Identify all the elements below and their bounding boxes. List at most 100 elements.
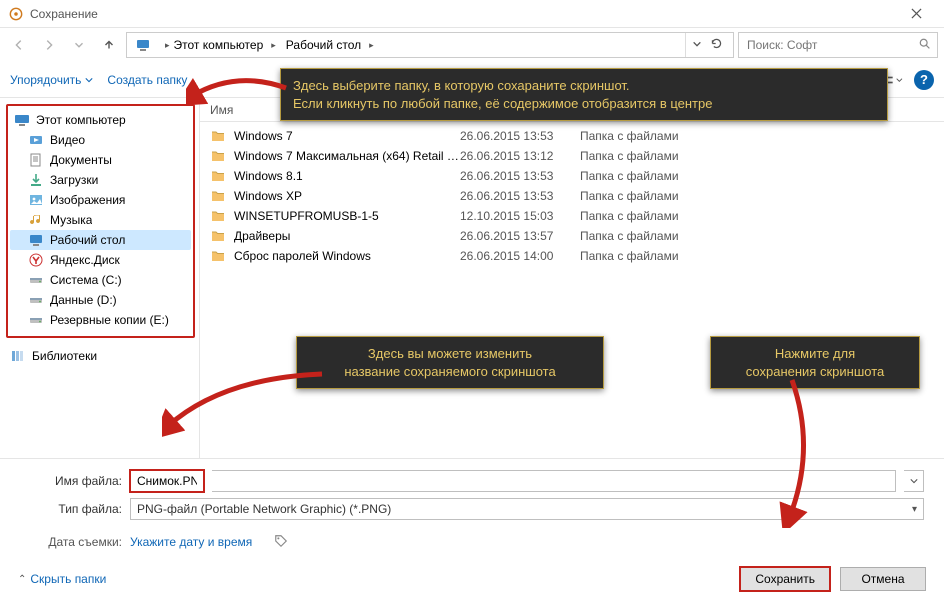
yadisk-icon (28, 252, 44, 268)
hide-folders-button[interactable]: ⌃ Скрыть папки (18, 572, 106, 586)
sidebar-item[interactable]: Изображения (10, 190, 191, 210)
callout-text: Здесь выберите папку, в которую сохарани… (293, 78, 712, 111)
file-name: Windows 7 (234, 129, 460, 143)
sidebar-item[interactable]: Документы (10, 150, 191, 170)
nav-forward-button[interactable] (36, 32, 62, 58)
breadcrumb-root[interactable]: ▸ Этот компьютер ▸ (157, 33, 280, 57)
file-date: 26.06.2015 14:00 (460, 249, 580, 263)
save-form: Имя файла: Тип файла: PNG-файл (Portable… (0, 458, 944, 561)
callout-text: Здесь вы можете изменить название сохран… (344, 346, 555, 379)
sidebar-group-thispc: Этот компьютер Видео Документы Загрузки Изо… (6, 104, 195, 338)
table-row[interactable]: Драйверы26.06.2015 13:57Папка с файлами (200, 226, 944, 246)
cancel-button-label: Отмена (861, 572, 904, 586)
file-type: Папка с файлами (580, 249, 720, 263)
date-label: Дата съемки: (40, 535, 122, 549)
search-input[interactable] (745, 37, 912, 53)
callout-choose-folder: Здесь выберите папку, в которую сохарани… (280, 68, 888, 121)
document-icon (28, 152, 44, 168)
search-box[interactable] (738, 32, 938, 58)
sidebar: Этот компьютер Видео Документы Загрузки Изо… (0, 98, 200, 458)
file-type: Папка с файлами (580, 189, 720, 203)
breadcrumb-pc-icon[interactable] (131, 33, 155, 57)
libraries-icon (10, 348, 26, 364)
sidebar-item-label: Резервные копии (E:) (50, 313, 169, 327)
sidebar-item-label: Система (C:) (50, 273, 122, 287)
file-name: Windows XP (234, 189, 460, 203)
breadcrumb-child[interactable]: Рабочий стол ▸ (282, 33, 378, 57)
sidebar-item[interactable]: Резервные копии (E:) (10, 310, 191, 330)
drive-icon (28, 312, 44, 328)
sidebar-item[interactable]: Видео (10, 130, 191, 150)
image-icon (28, 192, 44, 208)
table-row[interactable]: Windows 8.126.06.2015 13:53Папка с файла… (200, 166, 944, 186)
save-button-label: Сохранить (755, 572, 815, 586)
sidebar-item-libraries[interactable]: Библиотеки (6, 346, 195, 366)
sidebar-item-label: Яндекс.Диск (50, 253, 120, 267)
file-type: Папка с файлами (580, 169, 720, 183)
sidebar-item-thispc[interactable]: Этот компьютер (10, 110, 191, 130)
filename-input[interactable] (130, 470, 204, 492)
folder-icon (210, 168, 226, 184)
sidebar-item[interactable]: Рабочий стол (10, 230, 191, 250)
tag-icon[interactable] (274, 534, 288, 551)
new-folder-button[interactable]: Создать папку (107, 73, 187, 87)
folder-icon (210, 208, 226, 224)
filename-dropdown-icon[interactable] (904, 470, 924, 492)
table-row[interactable]: Windows 726.06.2015 13:53Папка с файлами (200, 126, 944, 146)
file-type: Папка с файлами (580, 129, 720, 143)
filename-label: Имя файла: (40, 474, 122, 488)
file-name: Windows 7 Максимальная (x64) Retail D… (234, 149, 460, 163)
breadcrumb-child-label: Рабочий стол (286, 38, 361, 52)
address-dropdown-icon[interactable] (692, 38, 702, 52)
folder-icon (210, 148, 226, 164)
nav-history-button[interactable] (66, 32, 92, 58)
organize-menu[interactable]: Упорядочить (10, 73, 93, 87)
sidebar-item[interactable]: Яндекс.Диск (10, 250, 191, 270)
sidebar-item-label: Библиотеки (32, 349, 97, 363)
sidebar-item[interactable]: Данные (D:) (10, 290, 191, 310)
main-panel: Этот компьютер Видео Документы Загрузки Изо… (0, 98, 944, 458)
help-button[interactable]: ? (914, 70, 934, 90)
table-row[interactable]: WINSETUPFROMUSB-1-512.10.2015 15:03Папка… (200, 206, 944, 226)
window-title: Сохранение (30, 7, 98, 21)
sidebar-item-label: Загрузки (50, 173, 98, 187)
footer: ⌃ Скрыть папки Сохранить Отмена (0, 561, 944, 601)
sidebar-item-label: Видео (50, 133, 85, 147)
search-icon (918, 37, 931, 53)
nav-up-button[interactable] (96, 32, 122, 58)
sidebar-item[interactable]: Музыка (10, 210, 191, 230)
table-row[interactable]: Сброс паролей Windows26.06.2015 14:00Пап… (200, 246, 944, 266)
folder-icon (210, 248, 226, 264)
cancel-button[interactable]: Отмена (840, 567, 926, 591)
chevron-down-icon: ▾ (912, 504, 917, 515)
filetype-combo[interactable]: PNG-файл (Portable Network Graphic) (*.P… (130, 498, 924, 520)
callout-save: Нажмите для сохранения скриншота (710, 336, 920, 389)
save-button[interactable]: Сохранить (740, 567, 830, 591)
close-button[interactable] (896, 2, 936, 26)
organize-label: Упорядочить (10, 73, 81, 87)
breadcrumb-root-label: Этот компьютер (174, 38, 264, 52)
folder-icon (210, 188, 226, 204)
file-type: Папка с файлами (580, 229, 720, 243)
refresh-icon[interactable] (710, 37, 723, 53)
file-pane: Имя Дата изменения Тип Размер Windows 72… (200, 98, 944, 458)
nav-back-button[interactable] (6, 32, 32, 58)
app-icon (8, 6, 24, 22)
titlebar: Сохранение (0, 0, 944, 28)
filename-input-rest[interactable] (212, 470, 896, 492)
callout-filename: Здесь вы можете изменить название сохран… (296, 336, 604, 389)
date-link[interactable]: Укажите дату и время (130, 535, 252, 549)
table-row[interactable]: Windows XP26.06.2015 13:53Папка с файлам… (200, 186, 944, 206)
sidebar-item[interactable]: Система (C:) (10, 270, 191, 290)
table-row[interactable]: Windows 7 Максимальная (x64) Retail D…26… (200, 146, 944, 166)
video-icon (28, 132, 44, 148)
hide-folders-label: Скрыть папки (30, 572, 106, 586)
address-bar[interactable]: ▸ Этот компьютер ▸ Рабочий стол ▸ (126, 32, 734, 58)
file-date: 12.10.2015 15:03 (460, 209, 580, 223)
file-type: Папка с файлами (580, 209, 720, 223)
file-name: Драйверы (234, 229, 460, 243)
file-type: Папка с файлами (580, 149, 720, 163)
sidebar-item[interactable]: Загрузки (10, 170, 191, 190)
filetype-value: PNG-файл (Portable Network Graphic) (*.P… (137, 502, 391, 516)
callout-text: Нажмите для сохранения скриншота (746, 346, 884, 379)
